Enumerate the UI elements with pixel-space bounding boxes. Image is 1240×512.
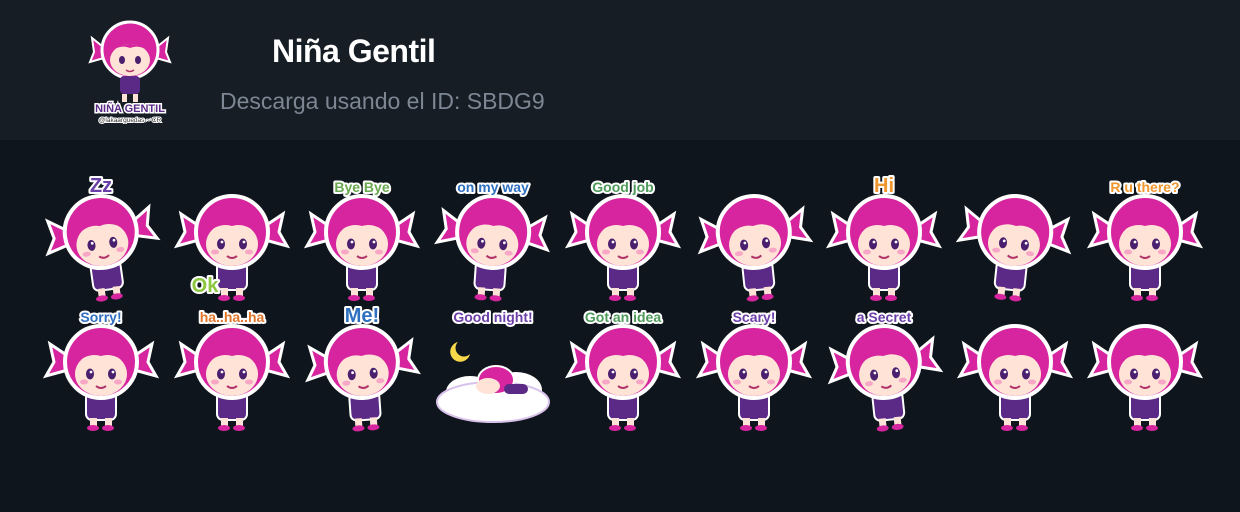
sticker-caption: ha..ha..ha (199, 309, 264, 325)
sticker-image: Good night! (435, 307, 550, 423)
sticker-10[interactable]: Sorry! (38, 304, 164, 432)
sticker-caption: Ok (191, 275, 219, 297)
sticker-caption: Got an idea (585, 309, 661, 325)
sticker-13[interactable]: Good night! (430, 304, 556, 432)
sticker-image: R u there? (1086, 177, 1204, 301)
sticker-image: on my way (433, 177, 550, 302)
sticker-image: a Secret (827, 307, 944, 432)
sticker-image: ha..ha..ha (173, 307, 290, 431)
pack-header: NIÑA GENTIL @lakaarguedas ~ CR Niña Gent… (0, 0, 1240, 140)
sticker-image: Bye Bye (303, 177, 421, 301)
sticker-caption: Zz (90, 175, 112, 197)
sticker-18[interactable] (1082, 304, 1208, 432)
sticker-image: Scary! (695, 307, 812, 431)
sticker-15[interactable]: Scary! (691, 304, 817, 432)
sticker-caption: Sorry! (80, 309, 121, 325)
logo-line2: @lakaarguedas ~ CR (99, 117, 162, 124)
sticker-caption: a Secret (857, 309, 912, 325)
sticker-9[interactable]: R u there? (1082, 174, 1208, 302)
sticker-12[interactable]: Me! (299, 304, 425, 432)
sticker-image (955, 194, 1071, 302)
sticker-caption: Bye Bye (334, 179, 389, 195)
sticker-image (1086, 324, 1204, 431)
pack-title: Niña Gentil (272, 33, 436, 69)
girl-logo-icon (88, 20, 172, 102)
sticker-3[interactable]: Bye Bye (299, 174, 425, 302)
sticker-5[interactable]: Good job (560, 174, 686, 302)
sticker-6[interactable] (691, 174, 817, 302)
sticker-image (956, 324, 1073, 431)
sticker-16[interactable]: a Secret (821, 304, 947, 432)
sticker-image: Sorry! (42, 307, 160, 431)
sticker-image: Hi (825, 174, 943, 301)
sticker-caption: Good job (592, 179, 653, 195)
sticker-grid: Zz Ok Bye Bye on my way Good job Hi R u … (38, 174, 1208, 434)
sticker-4[interactable]: on my way (430, 174, 556, 302)
sticker-17[interactable] (952, 304, 1078, 432)
sticker-image: Got an idea (564, 307, 682, 431)
sticker-caption: Scary! (732, 309, 775, 325)
pack-logo: NIÑA GENTIL @lakaarguedas ~ CR (88, 16, 172, 125)
sticker-11[interactable]: ha..ha..ha (169, 304, 295, 432)
sticker-7[interactable]: Hi (821, 174, 947, 302)
sticker-8[interactable] (952, 174, 1078, 302)
sticker-caption: Me! (345, 305, 379, 327)
sticker-caption: Good night! (453, 309, 532, 325)
sticker-14[interactable]: Got an idea (560, 304, 686, 432)
sticker-image: Ok (173, 194, 290, 301)
sticker-2[interactable]: Ok (169, 174, 295, 302)
sticker-caption: on my way (457, 179, 529, 195)
sticker-image: Me! (305, 304, 421, 432)
sticker-1[interactable]: Zz (38, 174, 164, 302)
sticker-image: Zz (44, 174, 161, 302)
sticker-image: Good job (564, 177, 682, 301)
sticker-caption: Hi (874, 175, 894, 197)
sticker-image (697, 194, 813, 302)
logo-line1: NIÑA GENTIL (95, 102, 165, 115)
sticker-caption: R u there? (1110, 179, 1179, 195)
pack-download-id: Descarga usando el ID: SBDG9 (220, 88, 545, 114)
